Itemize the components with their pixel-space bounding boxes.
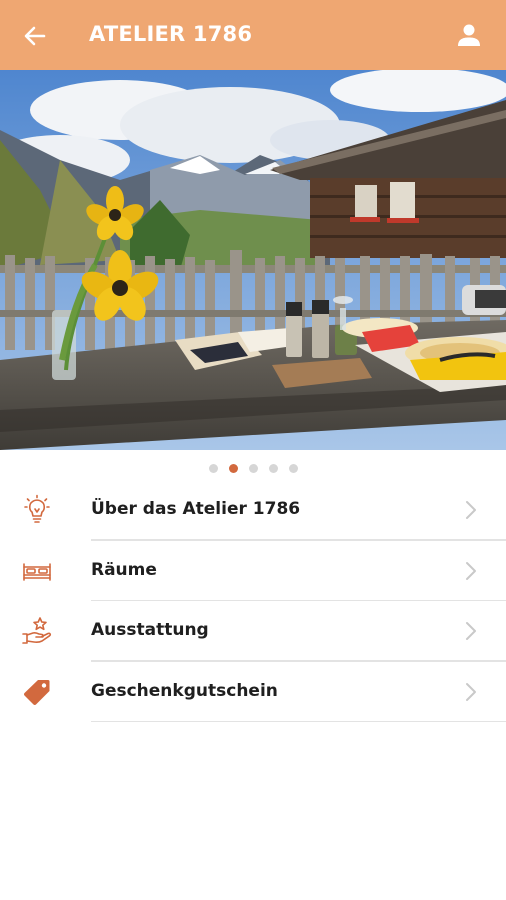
app-bar: ATELIER 1786 xyxy=(0,0,506,70)
menu-item-gift-voucher[interactable]: Geschenkgutschein xyxy=(0,662,506,722)
hand-star-icon xyxy=(22,617,52,644)
carousel-dot-active[interactable] xyxy=(228,464,238,473)
menu-item-rooms[interactable]: Räume xyxy=(0,541,506,601)
carousel-dot[interactable] xyxy=(248,464,258,473)
profile-button[interactable] xyxy=(454,20,484,50)
arrow-left-icon xyxy=(24,26,46,46)
carousel-dot[interactable] xyxy=(288,464,298,473)
page-title: ATELIER 1786 xyxy=(89,22,253,46)
divider xyxy=(91,720,506,722)
hero-photo xyxy=(0,70,506,450)
person-icon xyxy=(458,24,480,46)
chevron-right-icon xyxy=(466,682,476,701)
menu-item-label: Ausstattung xyxy=(91,620,209,640)
carousel-dot[interactable] xyxy=(208,464,218,473)
menu-item-about[interactable]: Über das Atelier 1786 xyxy=(0,480,506,541)
hero-image[interactable] xyxy=(0,70,506,450)
chevron-right-icon xyxy=(466,561,476,580)
menu-item-label: Geschenkgutschein xyxy=(91,680,278,701)
carousel-dot[interactable] xyxy=(268,464,278,473)
chevron-right-icon xyxy=(466,622,476,640)
tag-icon xyxy=(23,679,50,705)
menu-item-label: Räume xyxy=(91,559,157,580)
bed-icon xyxy=(23,562,51,581)
menu-list: Über das Atelier 1786 Räume Ausstattung … xyxy=(0,480,506,722)
carousel-indicator xyxy=(0,464,506,476)
menu-item-amenities[interactable]: Ausstattung xyxy=(0,601,506,662)
menu-item-label: Über das Atelier 1786 xyxy=(91,499,301,519)
chevron-right-icon xyxy=(466,501,476,519)
lightbulb-icon xyxy=(24,494,50,523)
back-button[interactable] xyxy=(20,21,50,51)
